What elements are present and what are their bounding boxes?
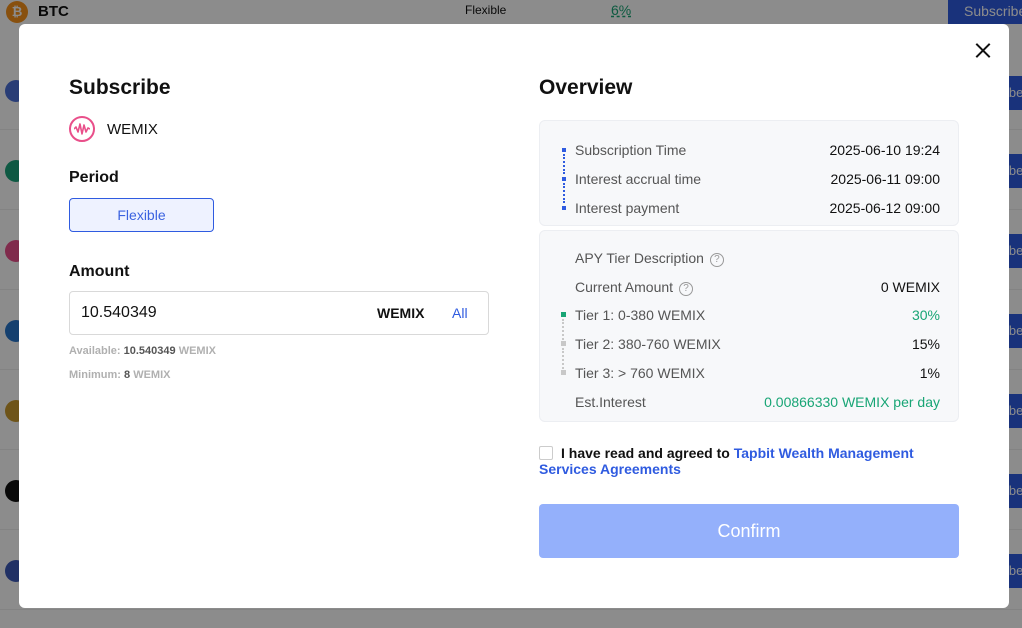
amount-field[interactable]: WEMIX All (69, 291, 489, 335)
current-amount-value: 0 WEMIX (880, 279, 940, 295)
close-icon[interactable] (972, 40, 994, 62)
help-icon[interactable]: ? (709, 253, 724, 267)
available-label: Available: (69, 345, 121, 357)
apy-tier-description-label: APY Tier Description? (575, 250, 724, 267)
apy-tier-description-row: APY Tier Description? (540, 250, 960, 270)
tier-label: Tier 3: > 760 WEMIX (575, 365, 705, 381)
period-label: Period (69, 169, 119, 186)
est-interest-label: Est.Interest (575, 394, 646, 410)
help-icon[interactable]: ? (679, 282, 694, 296)
timeline-card: Subscription Time 2025-06-10 19:24 Inter… (539, 120, 959, 226)
wemix-coin-icon (69, 116, 95, 142)
amount-all-button[interactable]: All (452, 305, 468, 321)
timeline-row-accrual: Interest accrual time 2025-06-11 09:00 (540, 171, 960, 191)
confirm-button[interactable]: Confirm (539, 504, 959, 558)
current-amount-text: Current Amount (575, 279, 674, 295)
minimum-amount: Minimum: 8 WEMIX (69, 369, 170, 381)
agreement-text: I have read and agreed to (561, 445, 730, 461)
amount-input[interactable] (81, 292, 361, 334)
tier-row-3: Tier 3: > 760 WEMIX 1% (540, 365, 960, 385)
tier-rate: 1% (919, 365, 940, 381)
tier-rate: 15% (911, 336, 940, 352)
timeline-value: 2025-06-10 19:24 (829, 142, 940, 158)
subscribe-title: Subscribe (69, 76, 171, 99)
wave-icon (74, 123, 90, 135)
period-flexible-button[interactable]: Flexible (69, 198, 214, 232)
est-interest-value: 0.00866330 WEMIX per day (764, 394, 940, 410)
timeline-row-payment: Interest payment 2025-06-12 09:00 (540, 200, 960, 220)
timeline-label: Interest payment (575, 200, 680, 216)
timeline-row-subscription: Subscription Time 2025-06-10 19:24 (540, 142, 960, 162)
subscribe-modal: Subscribe WEMIX Period Flexible Amount W… (19, 24, 1009, 608)
minimum-label: Minimum: (69, 369, 121, 381)
current-amount-row: Current Amount? 0 WEMIX (540, 279, 960, 299)
overview-title: Overview (539, 76, 633, 99)
apy-tier-card: APY Tier Description? Current Amount? 0 … (539, 230, 959, 422)
available-value: 10.540349 (123, 345, 176, 357)
available-unit: WEMIX (178, 345, 216, 357)
apy-tier-description-text: APY Tier Description (575, 250, 704, 266)
coin-name: WEMIX (107, 120, 158, 138)
timeline-label: Subscription Time (575, 142, 687, 158)
agreement-checkbox[interactable] (539, 446, 553, 460)
tier-label: Tier 2: 380-760 WEMIX (575, 336, 721, 352)
minimum-value: 8 (124, 369, 131, 381)
tier-row-1: Tier 1: 0-380 WEMIX 30% (540, 307, 960, 327)
available-balance: Available: 10.540349 WEMIX (69, 345, 216, 357)
minimum-unit: WEMIX (133, 369, 171, 381)
est-interest-row: Est.Interest 0.00866330 WEMIX per day (540, 394, 960, 414)
agreement-row: I have read and agreed to Tapbit Wealth … (539, 445, 959, 477)
timeline-label: Interest accrual time (575, 171, 702, 187)
current-amount-label: Current Amount? (575, 279, 694, 296)
amount-label: Amount (69, 263, 130, 280)
tier-label: Tier 1: 0-380 WEMIX (575, 307, 706, 323)
coin-row: WEMIX (69, 116, 158, 142)
amount-unit: WEMIX (377, 305, 425, 321)
tier-rate: 30% (911, 307, 940, 323)
timeline-value: 2025-06-11 09:00 (830, 171, 941, 187)
timeline-value: 2025-06-12 09:00 (829, 200, 940, 216)
tier-row-2: Tier 2: 380-760 WEMIX 15% (540, 336, 960, 356)
